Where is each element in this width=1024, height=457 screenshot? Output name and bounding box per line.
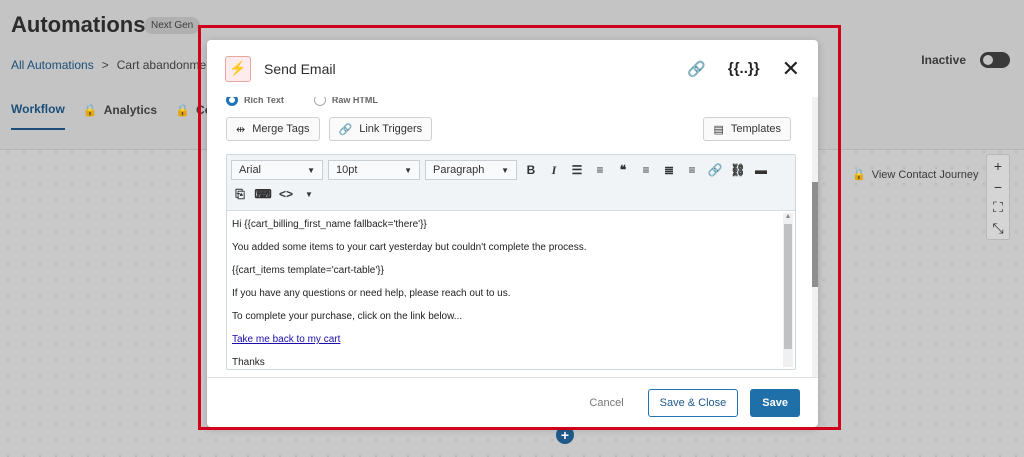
content-line: {{cart_items template='cart-table'}}	[232, 265, 384, 276]
page-title: Automations	[11, 12, 146, 37]
link-triggers-button[interactable]: 🔗 Link Triggers	[328, 117, 433, 141]
link-icon[interactable]: 🔗	[687, 60, 706, 78]
merge-tag-icon[interactable]: {{..}}	[728, 60, 760, 77]
close-icon[interactable]: ✕	[782, 57, 800, 80]
raw-html-radio[interactable]: Raw HTML	[313, 97, 378, 109]
editor-toolbar: Arial ▼ 10pt ▼ Paragraph ▼ B I ☰ ≡ ❝ ≡ ≣ ≡ …	[227, 155, 795, 211]
source-code-icon[interactable]: <>	[277, 187, 295, 201]
template-icon: ▤	[713, 123, 724, 136]
paste-text-icon[interactable]: ⎘	[231, 187, 249, 202]
fullscreen-button[interactable]: ⤡	[987, 218, 1009, 239]
keyboard-icon[interactable]: ⌨	[254, 187, 272, 201]
lock-icon: 🔒	[82, 103, 98, 117]
email-body-editor[interactable]: Hi {{cart_billing_first_name fallback='t…	[227, 211, 795, 369]
modal-body: Rich Text Raw HTML ⇹ Merge Tags 🔗 Link T…	[207, 97, 811, 377]
breadcrumb-current: Cart abandonment	[116, 58, 217, 72]
zoom-in-button[interactable]: +	[987, 155, 1009, 176]
modal-header: ⚡ Send Email 🔗 {{..}} ✕	[207, 40, 818, 97]
zoom-controls: + − ⛶ ⤡	[986, 154, 1010, 240]
editor-scroll-thumb[interactable]	[784, 224, 792, 349]
tab-workflow[interactable]: Workflow	[11, 102, 65, 130]
view-contact-journey-link[interactable]: 🔒 View Contact Journey	[852, 168, 979, 182]
editor-mode-radios: Rich Text Raw HTML	[226, 97, 791, 109]
fit-screen-button[interactable]: ⛶	[987, 197, 1009, 218]
editor-scrollbar[interactable]: ▲	[783, 213, 793, 367]
modal-footer: Cancel Save & Close Save	[207, 377, 818, 427]
version-badge: Next Gen	[144, 17, 201, 34]
modal-scroll-thumb[interactable]	[812, 182, 818, 287]
header-actions: 🔗 {{..}} ✕	[687, 57, 800, 80]
active-toggle[interactable]	[980, 52, 1010, 68]
editor-actions: ⇹ Merge Tags 🔗 Link Triggers ▤ Templates	[226, 117, 791, 141]
align-right-icon[interactable]: ≡	[683, 163, 701, 177]
zoom-out-button[interactable]: −	[987, 176, 1009, 197]
content-line: To complete your purchase, click on the …	[232, 311, 463, 322]
scroll-up-icon[interactable]: ▲	[783, 213, 793, 220]
font-family-select[interactable]: Arial ▼	[231, 160, 323, 180]
chevron-right-icon: >	[101, 58, 109, 72]
sign-off-line: Thanks	[232, 357, 265, 368]
breadcrumb-root-link[interactable]: All Automations	[11, 58, 94, 72]
unlink-icon[interactable]: ⛓	[729, 163, 747, 177]
modal-scrollbar[interactable]	[812, 97, 818, 377]
cart-link[interactable]: Take me back to my cart	[232, 334, 340, 345]
align-center-icon[interactable]: ≣	[660, 163, 678, 177]
modal-title: Send Email	[264, 60, 336, 77]
send-email-modal: ⚡ Send Email 🔗 {{..}} ✕ Rich Text Raw HT…	[207, 40, 818, 427]
breadcrumb: All Automations > Cart abandonment	[11, 58, 216, 72]
link-icon: 🔗	[338, 123, 353, 136]
save-close-button[interactable]: Save & Close	[647, 388, 739, 417]
lightning-icon: ⚡	[225, 55, 251, 82]
content-line: If you have any questions or need help, …	[232, 288, 511, 299]
lock-icon: 🔒	[175, 103, 191, 117]
templates-button[interactable]: ▤ Templates	[703, 117, 791, 141]
status-control: Inactive	[921, 52, 1010, 68]
merge-tags-button[interactable]: ⇹ Merge Tags	[226, 117, 320, 141]
lock-icon: 🔒	[852, 169, 866, 181]
more-dropdown-icon[interactable]: ▼	[300, 190, 318, 199]
block-format-select[interactable]: Paragraph ▼	[425, 160, 517, 180]
merge-tags-icon: ⇹	[236, 123, 246, 136]
save-button[interactable]: Save	[750, 388, 800, 417]
blockquote-icon[interactable]: ❝	[614, 163, 632, 177]
cancel-button[interactable]: Cancel	[589, 397, 623, 409]
tab-bar: Workflow 🔒Analytics 🔒Cont	[11, 102, 223, 130]
bullet-list-icon[interactable]: ☰	[568, 163, 586, 177]
rich-text-editor: Arial ▼ 10pt ▼ Paragraph ▼ B I ☰ ≡ ❝ ≡ ≣ ≡ …	[226, 154, 796, 370]
font-size-select[interactable]: 10pt ▼	[328, 160, 420, 180]
horizontal-rule-icon[interactable]: ▬	[752, 163, 770, 177]
add-node-button[interactable]: +	[556, 426, 574, 444]
tab-analytics[interactable]: 🔒 Analytics	[83, 102, 157, 130]
content-line: You added some items to your cart yester…	[232, 242, 587, 253]
status-label: Inactive	[921, 53, 966, 67]
rich-text-radio[interactable]: Rich Text	[226, 97, 284, 109]
align-left-icon[interactable]: ≡	[637, 163, 655, 177]
italic-icon[interactable]: I	[545, 163, 563, 178]
bold-icon[interactable]: B	[522, 163, 540, 177]
content-line: Hi {{cart_billing_first_name fallback='t…	[232, 219, 427, 230]
insert-link-icon[interactable]: 🔗	[706, 163, 724, 177]
numbered-list-icon[interactable]: ≡	[591, 163, 609, 177]
